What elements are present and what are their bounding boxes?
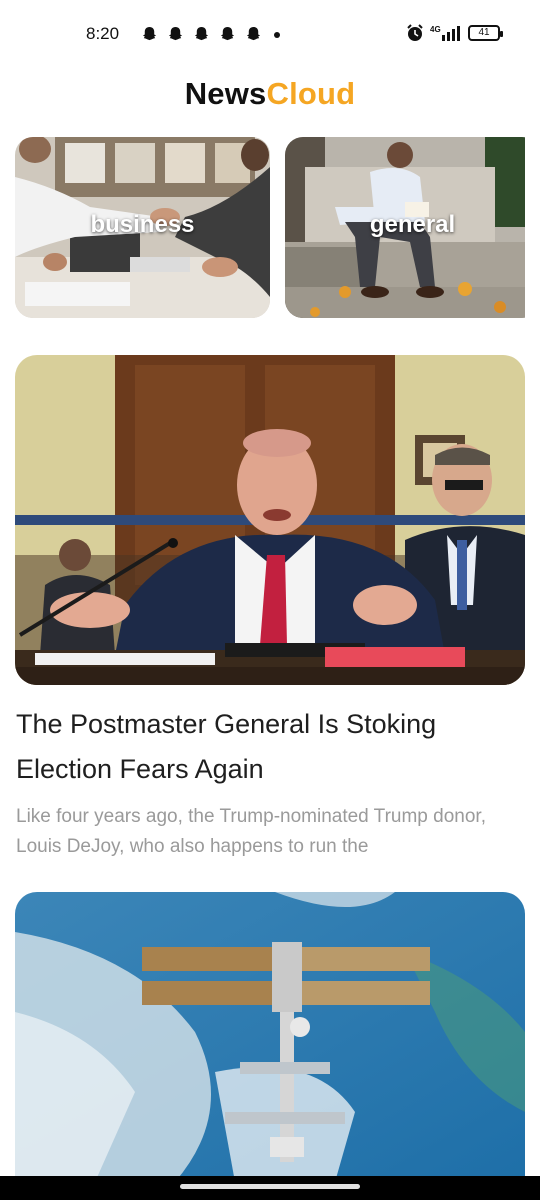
signal-4g-icon: 4G [430,25,460,41]
svg-text:4G: 4G [430,25,441,34]
app-title-news: News [184,76,267,111]
more-notifications-dot [274,31,280,38]
postmaster-hearing-photo [15,355,525,685]
article-image[interactable] [15,892,525,1182]
category-label: business [90,211,195,238]
snapchat-ghost-icon [194,26,209,41]
app-title: NewsCloud [0,76,540,112]
notification-icons [140,26,280,43]
status-time: 8:20 [86,24,120,43]
snapchat-ghost-icon [220,26,235,41]
system-icons: 4G 41 [406,24,503,42]
status-bar: 8:20 4G 41 [0,0,540,70]
snapchat-ghost-icon [246,26,261,41]
app-title-cloud: Cloud [266,76,356,111]
system-nav-bar [0,1176,540,1200]
category-business[interactable]: business [15,137,270,318]
battery-icon: 41 [468,25,503,41]
snapchat-ghost-icon [142,26,157,41]
article-description: Like four years ago, the Trump-nominated… [16,806,486,857]
category-general[interactable]: general [285,137,540,318]
category-label: general [369,211,456,238]
article-title[interactable]: The Postmaster General Is Stoking Electi… [16,702,516,792]
article-image[interactable] [15,355,525,685]
home-indicator[interactable] [180,1184,360,1189]
alarm-icon [407,24,423,41]
snapchat-ghost-icon [168,26,183,41]
space-station-over-earth-photo [15,892,525,1182]
